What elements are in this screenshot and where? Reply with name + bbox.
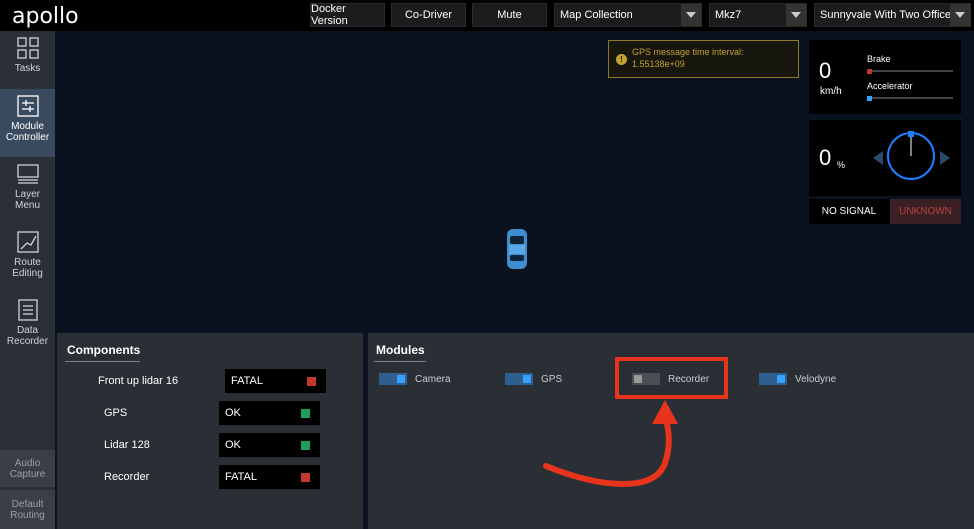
sidebar-item-module-controller[interactable]: Module Controller xyxy=(0,89,55,157)
steering-wheel-icon xyxy=(887,131,935,180)
steering-panel: 0 % xyxy=(809,120,961,196)
component-status: FATAL xyxy=(225,369,326,393)
sidebar-item-data-recorder[interactable]: Data Recorder xyxy=(0,299,55,355)
component-status-text: OK xyxy=(225,407,241,419)
map-select[interactable]: Sunnyvale With Two Offices xyxy=(814,3,971,27)
grid-icon xyxy=(16,37,39,59)
sidebar-item-layer-menu[interactable]: Layer Menu xyxy=(0,163,55,219)
sidebar-item-label: Audio xyxy=(14,457,41,469)
modules-title: Modules xyxy=(376,343,425,357)
warning-icon: ! xyxy=(616,54,627,65)
component-name: Lidar 128 xyxy=(104,439,150,451)
module-toggle[interactable] xyxy=(759,373,787,385)
alert-line-1: GPS message time interval: xyxy=(632,47,744,57)
accelerator-indicator xyxy=(867,96,872,101)
speed-value: 0 xyxy=(819,58,832,83)
accelerator-label: Accelerator xyxy=(867,81,913,91)
steering-unit: % xyxy=(837,160,846,170)
components-panel: Components Front up lidar 16 FATAL GPS O… xyxy=(57,333,363,529)
alert-line-2: 1.55138e+09 xyxy=(632,59,685,69)
brake-bar xyxy=(867,70,953,72)
route-editing-icon xyxy=(16,231,39,253)
layer-menu-icon xyxy=(16,164,39,184)
component-status-text: OK xyxy=(225,439,241,451)
modules-title-underline xyxy=(374,361,426,362)
chevron-down-icon xyxy=(950,4,970,26)
signal-panel: NO SIGNAL UNKNOWN xyxy=(809,199,961,224)
status-indicator xyxy=(307,377,316,386)
brake-label: Brake xyxy=(867,54,891,64)
module-item-gps[interactable]: GPS xyxy=(505,373,562,385)
right-turn-signal-icon xyxy=(940,151,950,165)
sidebar-item-tasks[interactable]: Tasks xyxy=(0,37,55,87)
sidebar-item-label: Module xyxy=(11,121,44,132)
components-title: Components xyxy=(67,343,141,357)
component-status: FATAL xyxy=(219,465,320,489)
steering-value: 0 xyxy=(819,145,832,170)
sidebar-item-label: Routing xyxy=(10,509,45,521)
sidebar-item-label: Data xyxy=(16,325,39,336)
accelerator-bar xyxy=(867,97,953,99)
module-item-camera[interactable]: Camera xyxy=(379,373,451,385)
sidebar: Tasks Module Controller Layer Menu Route… xyxy=(0,31,55,529)
module-controller-icon xyxy=(16,95,39,117)
sidebar-item-label: Controller xyxy=(5,132,50,143)
sidebar-item-label: Editing xyxy=(12,268,43,279)
sidebar-item-label: Default xyxy=(11,498,44,510)
annotation-arrow-icon xyxy=(543,400,678,487)
sidebar-item-default-routing[interactable]: Default Routing xyxy=(0,490,55,529)
sidebar-item-label: Tasks xyxy=(14,63,41,74)
component-status-text: FATAL xyxy=(231,375,263,387)
component-name: Front up lidar 16 xyxy=(98,375,179,387)
co-driver-button[interactable]: Co-Driver xyxy=(391,3,466,27)
ego-car-icon xyxy=(507,229,527,269)
speed-unit: km/h xyxy=(820,86,842,97)
module-label: Velodyne xyxy=(795,373,837,385)
status-indicator xyxy=(301,441,310,450)
sidebar-item-route-editing[interactable]: Route Editing xyxy=(0,231,55,287)
highlight-box xyxy=(615,357,728,399)
status-indicator xyxy=(301,409,310,418)
components-title-underline xyxy=(65,361,140,362)
module-item-velodyne[interactable]: Velodyne xyxy=(759,373,836,385)
module-toggle[interactable] xyxy=(505,373,533,385)
mode-select[interactable]: Map Collection xyxy=(554,3,702,27)
docker-version-button[interactable]: Docker Version xyxy=(310,3,385,27)
gps-warning-alert: ! GPS message time interval: 1.55138e+09 xyxy=(608,40,799,78)
driving-mode-status: UNKNOWN xyxy=(890,199,961,224)
status-indicator xyxy=(301,473,310,482)
chevron-down-icon xyxy=(681,4,701,26)
sidebar-item-label: Menu xyxy=(14,200,40,211)
brake-indicator xyxy=(867,69,872,74)
map-select-value: Sunnyvale With Two Offices xyxy=(820,9,957,21)
data-recorder-icon xyxy=(17,299,38,321)
sidebar-item-label: Recorder xyxy=(6,336,49,347)
sidebar-item-label: Layer xyxy=(14,189,40,200)
sidebar-item-label: Route xyxy=(14,257,41,268)
left-turn-signal-icon xyxy=(873,151,883,165)
sidebar-item-label: Capture xyxy=(9,468,46,480)
mode-select-value: Map Collection xyxy=(560,9,633,21)
module-label: GPS xyxy=(541,373,563,385)
sidebar-item-audio-capture[interactable]: Audio Capture xyxy=(0,450,55,489)
module-toggle[interactable] xyxy=(379,373,407,385)
chevron-down-icon xyxy=(786,4,806,26)
component-status: OK xyxy=(219,401,320,425)
component-status: OK xyxy=(219,433,320,457)
component-name: GPS xyxy=(104,407,128,419)
component-status-text: FATAL xyxy=(225,471,257,483)
traffic-signal-status: NO SIGNAL xyxy=(821,206,877,217)
component-name: Recorder xyxy=(104,471,150,483)
vehicle-select-value: Mkz7 xyxy=(715,9,742,21)
vehicle-select[interactable]: Mkz7 xyxy=(709,3,807,27)
apollo-logo: apollo xyxy=(12,4,79,29)
module-label: Camera xyxy=(415,373,451,385)
speed-panel: 0 km/h Brake Accelerator xyxy=(809,40,961,114)
top-bar: apollo Docker Version Co-Driver Mute Map… xyxy=(0,0,974,31)
mute-button[interactable]: Mute xyxy=(472,3,547,27)
